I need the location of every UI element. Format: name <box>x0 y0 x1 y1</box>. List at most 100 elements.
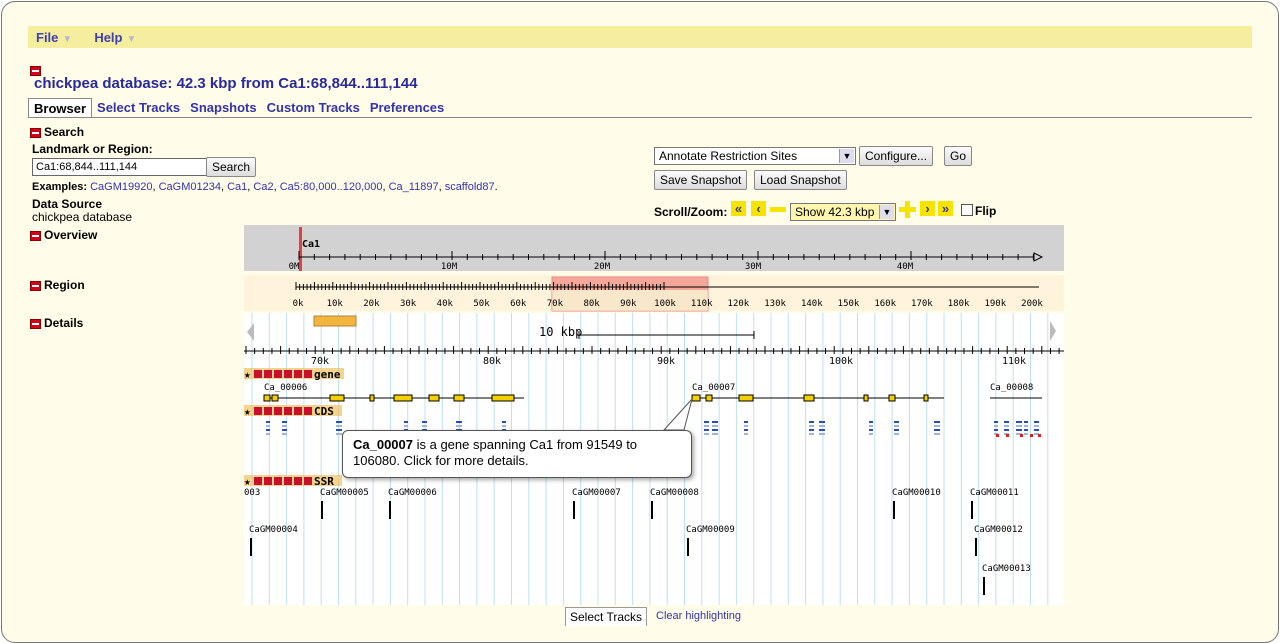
gene-label: Ca_00008 <box>990 383 1033 393</box>
cds-mark <box>869 425 873 427</box>
track-minus-icon[interactable] <box>254 407 262 415</box>
overview-tick-label: 10M <box>441 262 458 272</box>
tab-bar: Browser Select Tracks Snapshots Custom T… <box>28 98 449 118</box>
tab-select-tracks[interactable]: Select Tracks <box>92 98 185 118</box>
go-button[interactable]: Go <box>944 146 973 166</box>
select-tracks-button[interactable]: Select Tracks <box>565 607 648 626</box>
region-tick-label: 190k <box>984 299 1006 309</box>
track-help-icon[interactable] <box>304 477 312 485</box>
zoom-out-icon[interactable] <box>770 207 786 212</box>
track-download-icon[interactable] <box>284 407 292 415</box>
cds-mark <box>712 429 718 431</box>
star-icon[interactable]: ★ <box>244 368 251 381</box>
track-close-icon[interactable] <box>264 407 272 415</box>
cds-mark <box>712 425 718 427</box>
example-link[interactable]: Ca5:80,000..120,000 <box>280 181 383 193</box>
overview-tick-label: 20M <box>594 262 611 272</box>
gene-label: Ca_00006 <box>264 383 307 393</box>
collapse-icon[interactable] <box>30 230 41 241</box>
example-link[interactable]: Ca_11897 <box>389 181 439 193</box>
cds-mark <box>336 421 342 423</box>
cds-mark <box>1004 429 1009 431</box>
track-help-icon[interactable] <box>304 407 312 415</box>
tab-snapshots[interactable]: Snapshots <box>185 98 261 118</box>
example-link[interactable]: Ca2 <box>253 181 273 193</box>
plugin-select[interactable]: Annotate Restriction Sites ▼ <box>654 147 856 165</box>
region-tick-label: 90k <box>620 299 637 309</box>
cds-mark <box>894 425 899 427</box>
tab-preferences[interactable]: Preferences <box>365 98 449 118</box>
scroll-left-icon[interactable]: ‹ <box>751 201 766 216</box>
track-share-icon[interactable] <box>274 370 282 378</box>
example-link[interactable]: scaffold87 <box>445 181 495 193</box>
scroll-zoom-label: Scroll/Zoom: <box>654 205 728 219</box>
flip-checkbox[interactable] <box>961 204 973 216</box>
cds-mark <box>704 425 709 427</box>
example-link[interactable]: Ca1 <box>227 181 247 193</box>
cds-mark <box>282 425 287 427</box>
scroll-right-icon[interactable]: › <box>920 201 935 216</box>
cds-mark <box>744 421 748 423</box>
genome-browser-canvas[interactable]: Ca1 0M 10M 20M 30M 40M 0k 10k 20k 30k 40k 50k… <box>244 225 1064 605</box>
scroll-right-far-icon[interactable]: » <box>938 201 953 216</box>
ssr-label: CaGM00005 <box>320 488 369 498</box>
track-edit-icon[interactable] <box>294 370 302 378</box>
overview-section-header[interactable]: Overview <box>30 228 97 242</box>
save-snapshot-button[interactable]: Save Snapshot <box>654 170 748 190</box>
chevron-down-icon: ▼ <box>879 205 894 219</box>
clear-highlighting-link[interactable]: Clear highlighting <box>656 610 741 622</box>
track-download-icon[interactable] <box>284 370 292 378</box>
track-close-icon[interactable] <box>264 370 272 378</box>
zoom-in-icon[interactable] <box>899 201 916 218</box>
example-link[interactable]: CaGM01234 <box>159 181 221 193</box>
landmark-input[interactable] <box>32 158 208 176</box>
cds-mark <box>266 433 270 435</box>
overview-panel[interactable] <box>244 225 1064 271</box>
menu-file[interactable]: File ▼ <box>36 30 72 45</box>
gene-track-label: gene <box>314 368 341 381</box>
track-minus-icon[interactable] <box>254 370 262 378</box>
example-link[interactable]: CaGM19920 <box>90 181 152 193</box>
region-tick-label: 10k <box>327 299 344 309</box>
collapse-icon[interactable] <box>30 127 41 138</box>
cds-mark <box>994 425 998 427</box>
overview-tick-label: 30M <box>745 262 762 272</box>
track-edit-icon[interactable] <box>294 407 302 415</box>
track-edit-icon[interactable] <box>294 477 302 485</box>
track-share-icon[interactable] <box>274 407 282 415</box>
region-tick-label: 60k <box>510 299 527 309</box>
overview-chrom-label: Ca1 <box>302 239 320 250</box>
region-section-header[interactable]: Region <box>30 278 85 292</box>
region-tick-label: 120k <box>728 299 750 309</box>
cds-mark <box>809 425 814 427</box>
load-snapshot-button[interactable]: Load Snapshot <box>754 170 847 190</box>
scroll-left-far-icon[interactable]: « <box>731 201 746 216</box>
collapse-icon[interactable] <box>30 280 41 291</box>
zoom-select[interactable]: Show 42.3 kbp ▼ <box>790 203 896 221</box>
chevron-down-icon: ▼ <box>839 149 854 163</box>
star-icon[interactable]: ★ <box>244 405 251 418</box>
tab-browser[interactable]: Browser <box>28 98 93 118</box>
cds-mark <box>869 429 873 431</box>
cds-mark <box>1016 421 1022 423</box>
cds-track-label: CDS <box>314 405 334 418</box>
details-tick-label: 80k <box>483 356 501 367</box>
details-section-header[interactable]: Details <box>30 316 83 330</box>
configure-button[interactable]: Configure... <box>859 146 934 166</box>
data-source-label: Data Source <box>32 197 103 211</box>
collapse-icon[interactable] <box>30 318 41 329</box>
track-close-icon[interactable] <box>264 477 272 485</box>
cds-mark <box>869 433 873 435</box>
track-download-icon[interactable] <box>284 477 292 485</box>
track-share-icon[interactable] <box>274 477 282 485</box>
data-source-value: chickpea database <box>32 210 133 224</box>
cds-mark <box>1004 425 1009 427</box>
tab-custom-tracks[interactable]: Custom Tracks <box>262 98 365 118</box>
track-help-icon[interactable] <box>304 370 312 378</box>
search-section-header[interactable]: Search <box>30 125 84 139</box>
star-icon[interactable]: ★ <box>244 475 251 488</box>
menu-help[interactable]: Help ▼ <box>94 30 136 45</box>
gene-label: Ca_00007 <box>692 383 735 393</box>
track-minus-icon[interactable] <box>254 477 262 485</box>
search-button[interactable]: Search <box>206 157 257 177</box>
